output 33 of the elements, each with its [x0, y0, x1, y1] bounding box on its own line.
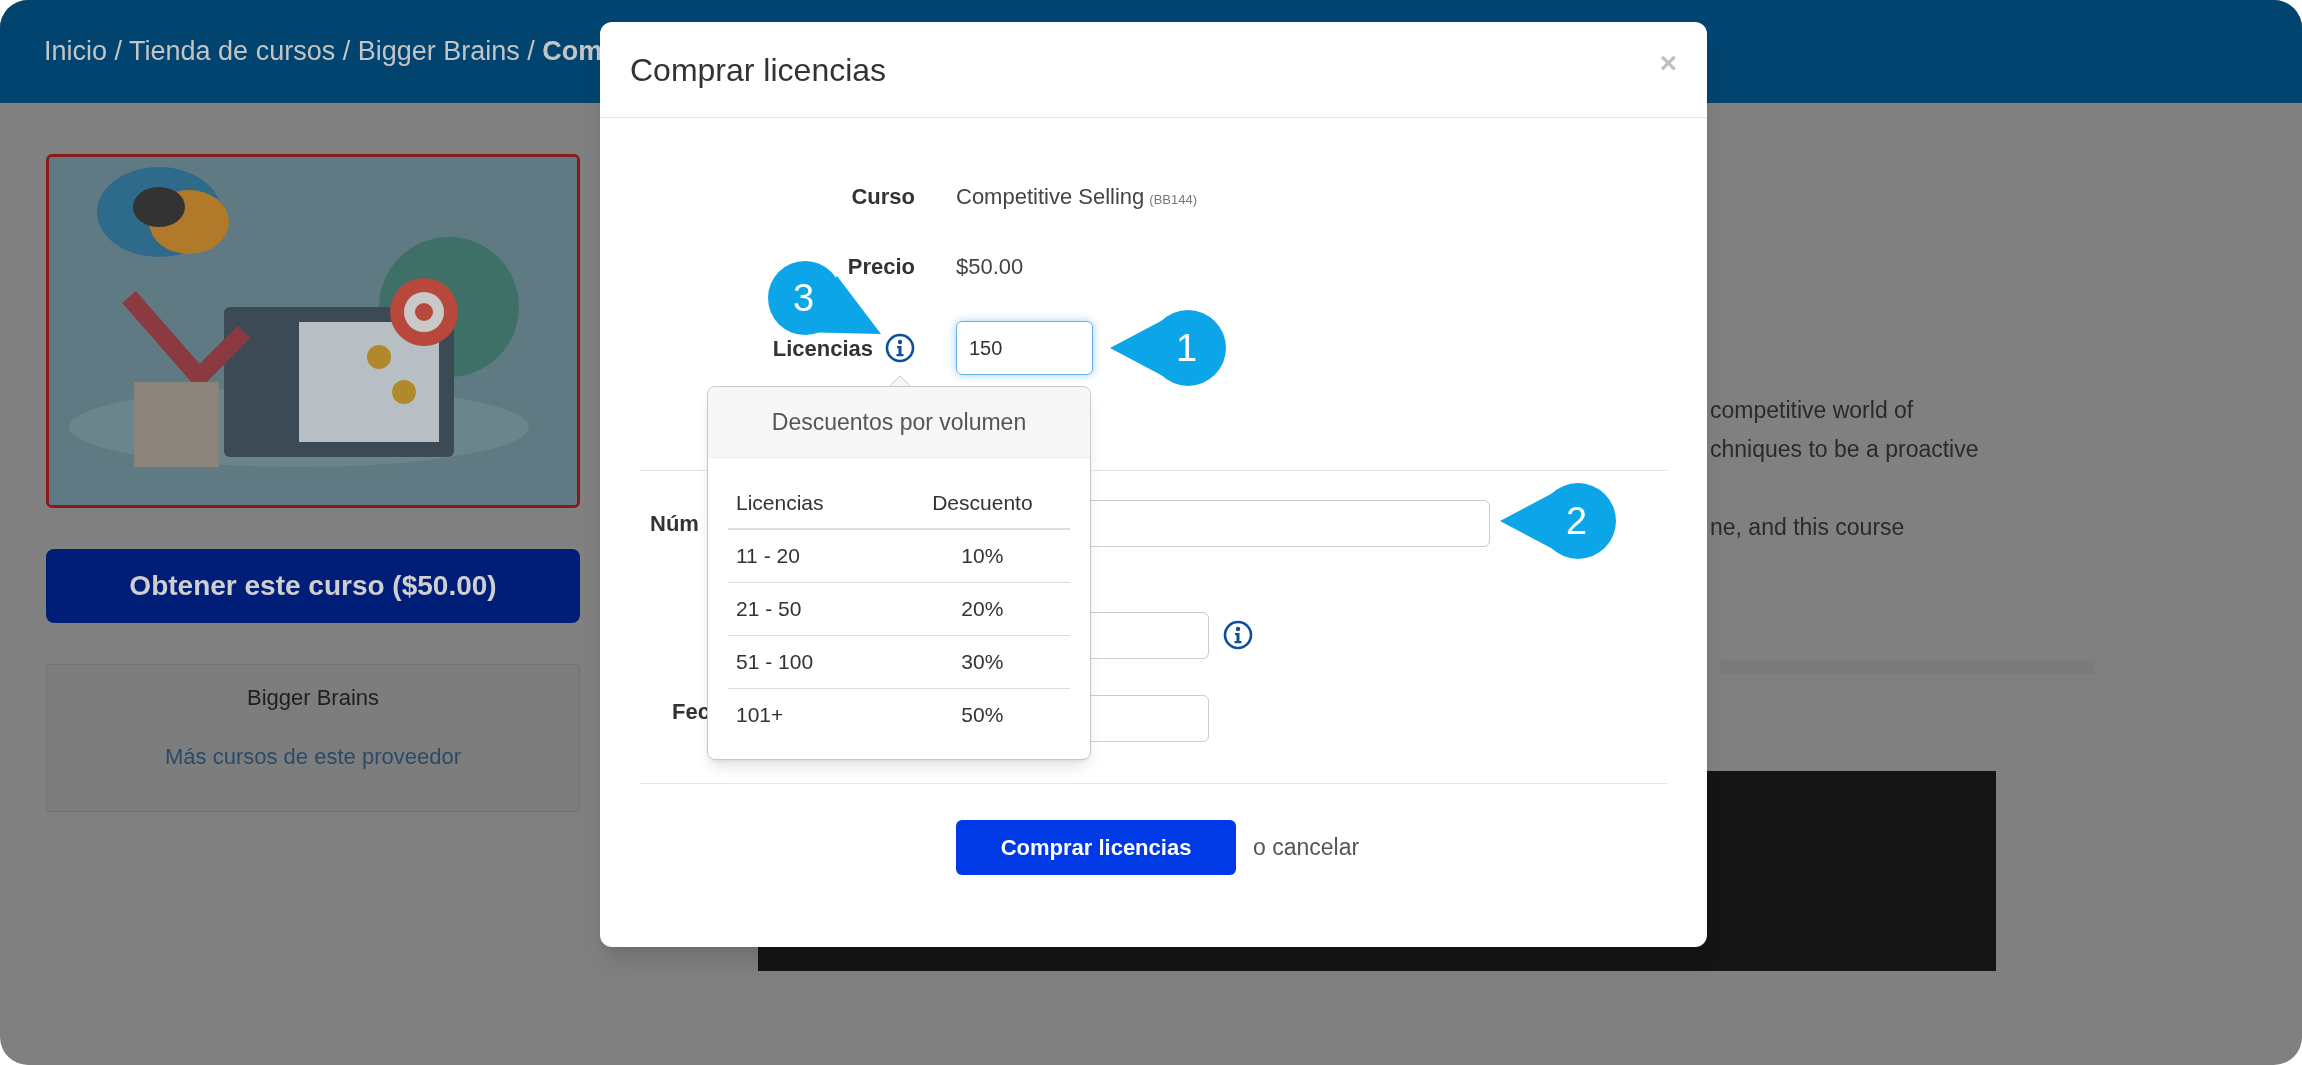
field-label: Fec: [672, 699, 710, 724]
field-label: Licencias: [772, 334, 873, 363]
description-text: ne, and this course: [1710, 513, 1906, 542]
field-label: Núm: [650, 510, 699, 536]
purchase-button[interactable]: Comprar licencias: [956, 820, 1236, 875]
table-cell: 20%: [894, 582, 1070, 635]
info-icon[interactable]: [1223, 620, 1253, 650]
table-cell: 21 - 50: [728, 582, 895, 635]
table-cell: 10%: [894, 529, 1070, 582]
table-cell: 30%: [894, 635, 1070, 688]
course-code: (BB144): [1149, 190, 1197, 209]
field-value: Competitive Selling: [956, 182, 1145, 211]
step-callout: 2: [1498, 481, 1618, 561]
popover-title: Descuentos por volumen: [708, 387, 1090, 458]
info-icon[interactable]: [885, 333, 915, 363]
cancel-link[interactable]: o cancelar: [1253, 830, 1360, 865]
step-callout: 1: [1108, 308, 1228, 388]
licenses-input[interactable]: 150: [956, 321, 1093, 375]
field-value: $50.00: [956, 252, 1024, 281]
provider-name: Bigger Brains: [246, 684, 380, 712]
table-cell: 101+: [728, 688, 895, 741]
get-course-button[interactable]: Obtener este curso ($50.00): [46, 549, 580, 623]
table-cell: 50%: [894, 688, 1070, 741]
table-cell: 11 - 20: [728, 529, 895, 582]
description-text: competitive world of: [1710, 396, 1915, 425]
dialog-title: Comprar licencias: [630, 50, 887, 90]
column-header: Descuento: [894, 478, 1070, 529]
field-label: Precio: [846, 252, 915, 281]
column-header: Licencias: [728, 478, 895, 529]
field-label: Curso: [850, 182, 915, 211]
description-text: chniques to be a proactive: [1710, 435, 1980, 464]
table-cell: 51 - 100: [728, 635, 895, 688]
breadcrumb: Inicio / Tienda de cursos / Bigger Brains / Com: [44, 35, 603, 69]
